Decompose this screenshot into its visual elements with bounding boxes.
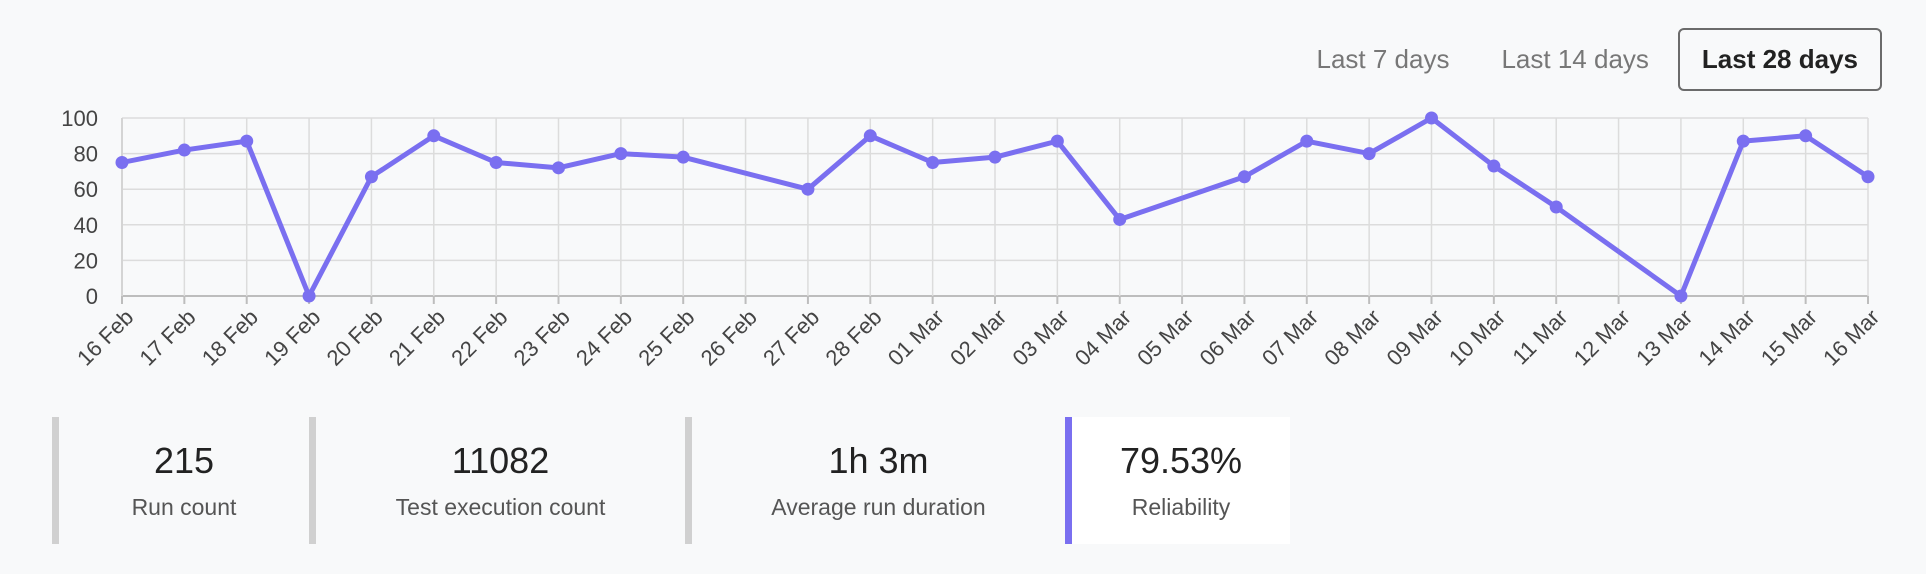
data-point [926, 156, 940, 169]
kpi-value: 11082 [451, 440, 550, 481]
x-tick-label: 08 Mar [1319, 304, 1385, 370]
y-tick-label: 20 [74, 248, 98, 273]
data-point [240, 134, 254, 148]
x-tick-label: 07 Mar [1257, 304, 1323, 370]
data-point [115, 156, 129, 169]
kpi-row: 215 Run count 11082 Test execution count… [52, 417, 1290, 544]
kpi-test-execution-count: 11082 Test execution count [309, 417, 685, 544]
x-tick-label: 06 Mar [1195, 304, 1261, 370]
x-tick-label: 28 Feb [820, 304, 886, 370]
data-point [1050, 134, 1064, 148]
data-point [489, 156, 503, 169]
data-point [1799, 129, 1813, 143]
x-tick-label: 10 Mar [1444, 304, 1510, 370]
data-point [427, 129, 441, 143]
kpi-value: 215 [153, 440, 215, 481]
kpi-label: Run count [131, 494, 237, 520]
x-tick-label: 21 Feb [384, 304, 450, 370]
data-point [1237, 170, 1251, 184]
data-point [801, 182, 815, 196]
x-tick-label: 17 Feb [135, 304, 201, 370]
x-tick-label: 16 Feb [72, 304, 138, 370]
x-tick-label: 22 Feb [446, 304, 512, 370]
x-tick-label: 24 Feb [571, 304, 637, 370]
y-tick-label: 80 [74, 142, 98, 167]
x-tick-label: 03 Mar [1008, 304, 1074, 370]
kpi-label: Reliability [1131, 494, 1231, 520]
kpi-run-count: 215 Run count [52, 417, 309, 544]
x-tick-label: 16 Mar [1818, 304, 1884, 370]
data-point [302, 289, 316, 303]
x-tick-label: 20 Feb [322, 304, 388, 370]
x-tick-label: 01 Mar [883, 304, 949, 370]
data-point [1300, 134, 1314, 148]
reliability-line-chart: 0 20 40 60 80 100 16 Feb17 Feb18 Feb19 Feb20 F… [61, 106, 1884, 371]
data-point [1861, 170, 1875, 184]
data-point [1549, 200, 1563, 214]
data-point [863, 129, 877, 143]
x-tick-label: 11 Mar [1508, 304, 1573, 369]
data-point [1674, 289, 1688, 303]
x-tick-label: 02 Mar [945, 304, 1011, 370]
data-point [177, 143, 191, 157]
data-point [552, 161, 565, 175]
x-tick-label: 23 Feb [509, 304, 575, 370]
x-tick-label: 12 Mar [1569, 304, 1635, 370]
data-point [1362, 147, 1376, 161]
y-tick-label: 100 [61, 106, 98, 131]
data-point [1425, 111, 1438, 125]
y-tick-label: 40 [74, 213, 98, 238]
kpi-value: 79.53% [1119, 440, 1243, 481]
x-tick-label: 09 Mar [1382, 304, 1448, 370]
reliability-panel: Last 7 days Last 14 days Last 28 days 02… [0, 0, 1926, 574]
kpi-label: Average run duration [771, 494, 986, 520]
x-tick-label: 05 Mar [1132, 304, 1198, 370]
data-point [614, 147, 628, 161]
x-tick-label: 15 Mar [1756, 304, 1822, 370]
kpi-value: 1h 3m [828, 440, 929, 481]
x-tick-label: 26 Feb [696, 304, 762, 370]
kpi-reliability: 79.53% Reliability [1065, 417, 1290, 544]
x-tick-label: 04 Mar [1070, 304, 1136, 370]
y-tick-label: 60 [74, 177, 98, 202]
x-tick-label: 27 Feb [758, 304, 824, 370]
x-tick-label: 18 Feb [197, 304, 263, 370]
data-point [676, 150, 690, 164]
data-point [364, 170, 378, 184]
data-point [1113, 212, 1127, 226]
x-tick-label: 13 Mar [1631, 304, 1697, 370]
x-tick-label: 19 Feb [259, 304, 325, 370]
x-tick-label: 25 Feb [633, 304, 699, 370]
x-tick-label: 14 Mar [1693, 304, 1759, 370]
data-point [1736, 134, 1750, 148]
data-point [988, 150, 1002, 164]
y-tick-label: 0 [86, 284, 98, 309]
data-point [1487, 159, 1501, 173]
kpi-label: Test execution count [395, 494, 606, 520]
kpi-average-run-duration: 1h 3m Average run duration [685, 417, 1065, 544]
